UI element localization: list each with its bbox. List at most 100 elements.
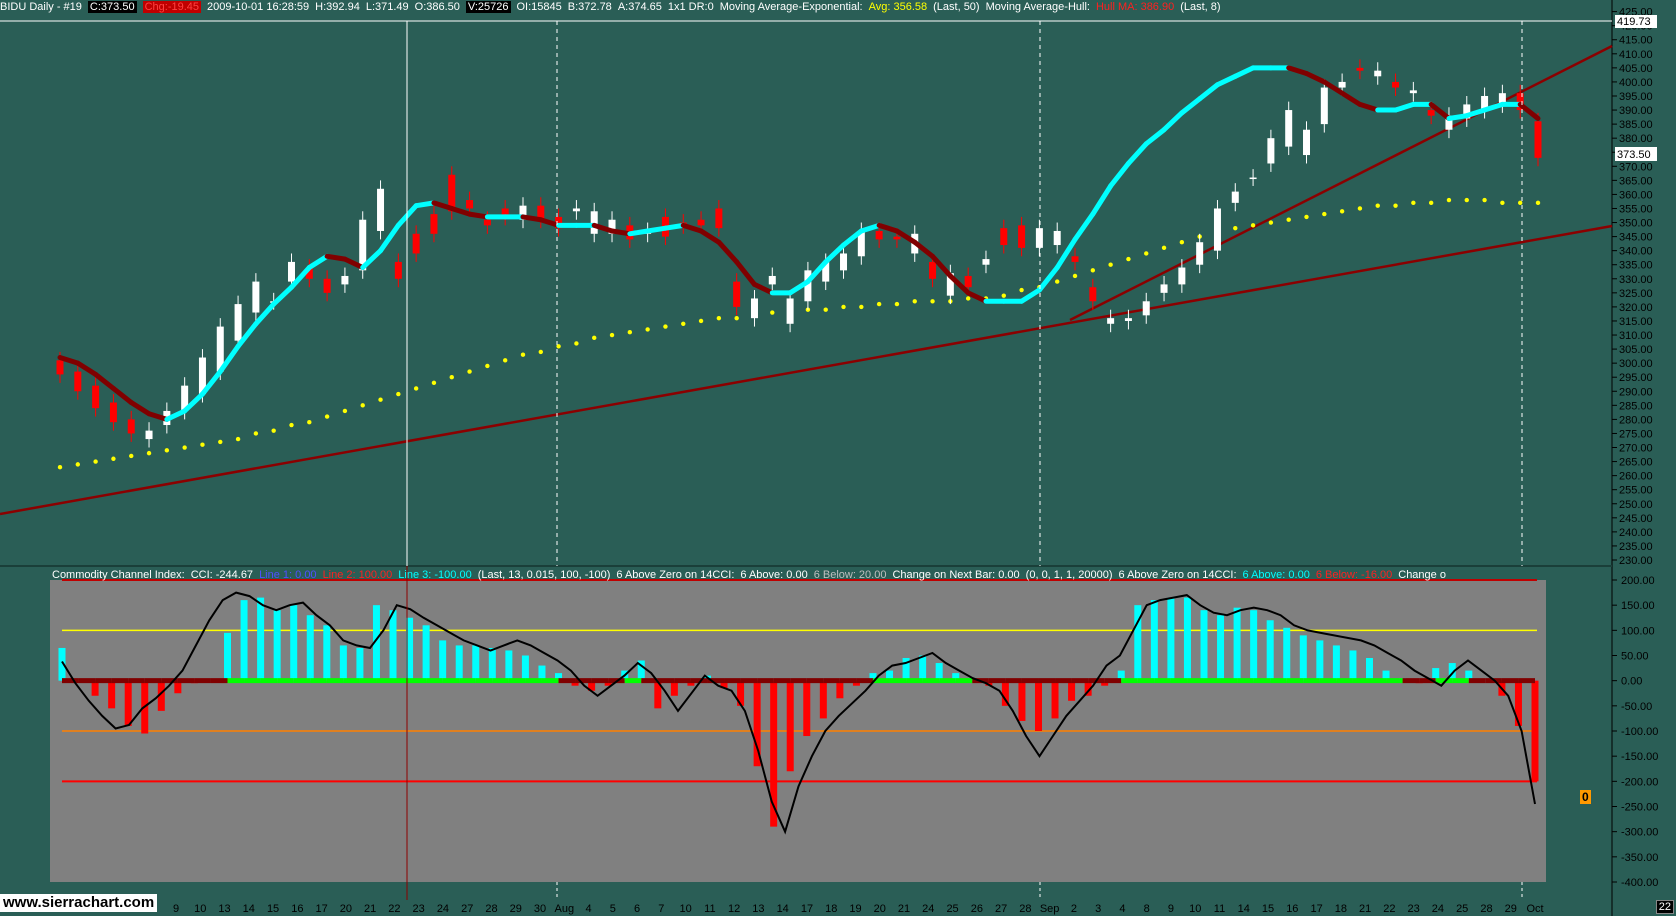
cci-bar — [422, 625, 430, 681]
ema-dot — [129, 453, 134, 459]
date-label: 18 — [1335, 903, 1347, 915]
candle-body — [840, 253, 848, 271]
date-label: 29 — [1505, 903, 1517, 915]
hull-segment — [609, 228, 633, 237]
change-params: (0, 0, 1, 1, 20000) — [1025, 569, 1113, 581]
volume-value: V:25726 — [465, 1, 511, 13]
cci-header: Commodity Channel Index: CCI: -244.67 Line… — [52, 568, 1612, 582]
hull-params: (Last, 8) — [1180, 1, 1221, 13]
cci-bar — [1034, 680, 1042, 731]
cci-bar — [1514, 680, 1522, 726]
ema-dot — [538, 349, 543, 355]
ema-dot — [1339, 209, 1345, 214]
above-zero-title[interactable]: 6 Above Zero on 14CCI: — [616, 569, 734, 581]
ema-dot — [894, 301, 900, 307]
price-tick-label: 365.00 — [1619, 175, 1653, 187]
ema-dot — [200, 442, 205, 447]
ema-params: (Last, 50) — [933, 1, 980, 13]
candle-body — [875, 230, 883, 240]
candle-body — [109, 402, 117, 423]
cci-bar — [488, 647, 496, 681]
zero-badge: 0 — [1580, 790, 1591, 804]
price-tick-label: 350.00 — [1619, 218, 1653, 230]
cci-bar — [1332, 645, 1340, 681]
candle-body — [786, 298, 794, 324]
date-label: 30 — [534, 903, 546, 915]
ema-dot — [378, 397, 383, 402]
ema-dot — [218, 439, 223, 445]
cci-tick-label: -300.00 — [1621, 827, 1658, 839]
date-label: 24 — [922, 903, 934, 915]
price-tick-label: 310.00 — [1619, 330, 1653, 342]
candle-body — [1374, 70, 1382, 77]
ema-dot — [449, 375, 454, 380]
date-label: 18 — [825, 903, 837, 915]
ema-dot — [307, 420, 312, 425]
symbol-info[interactable]: BIDU Daily - #19 — [0, 1, 82, 13]
ema-dot — [1268, 220, 1274, 225]
candle-body — [964, 275, 972, 288]
candle-body — [1409, 90, 1417, 94]
cci-bar — [108, 680, 116, 709]
cci-study-name[interactable]: Commodity Channel Index: — [52, 569, 185, 581]
price-tick-label: 410.00 — [1619, 49, 1653, 61]
price-tick-label: 290.00 — [1619, 386, 1653, 398]
price-tick-label: 415.00 — [1619, 35, 1653, 47]
cci-tick-label: 100.00 — [1621, 625, 1655, 637]
cci-value: CCI: -244.67 — [190, 569, 254, 581]
cci-bar — [356, 647, 364, 681]
ema-dot — [1072, 273, 1078, 279]
date-label: 4 — [1119, 903, 1125, 915]
ema-dot — [146, 450, 152, 456]
candle-body — [929, 261, 937, 279]
cci-bar — [273, 610, 281, 681]
date-label: 8 — [1144, 903, 1150, 915]
candle-body — [234, 304, 242, 341]
candle-body — [1160, 284, 1168, 293]
ema-study-name[interactable]: Moving Average-Exponential: — [720, 1, 863, 13]
top-price-label: 419.73 — [1617, 16, 1651, 28]
ema-dot — [1001, 293, 1006, 298]
cci-bar — [472, 645, 480, 681]
ema-dot — [93, 459, 98, 464]
candle-body — [1035, 228, 1043, 248]
price-tick-label: 265.00 — [1619, 457, 1653, 469]
candle-body — [1534, 121, 1542, 158]
corner-label: 22 — [1655, 900, 1674, 914]
price-chart[interactable]: 425.00420.00415.00410.00405.00400.00395.… — [0, 0, 1676, 916]
candle-body — [750, 298, 758, 319]
date-label: 20 — [874, 903, 886, 915]
cci-line2: Line 2: 100.00 — [322, 569, 393, 581]
ema-dot — [1393, 203, 1398, 208]
ema-dot — [289, 422, 294, 428]
candle-body — [893, 236, 901, 240]
oi-value: OI:15845 — [516, 1, 562, 13]
cci-line1: Line 1: 0.00 — [259, 569, 317, 581]
cci-params: (Last, 13, 0.015, 100, -100) — [477, 569, 611, 581]
date-label: 27 — [995, 903, 1007, 915]
date-label: 10 — [1189, 903, 1201, 915]
ema-dot — [876, 301, 882, 307]
above-zero-title-2[interactable]: 6 Above Zero on 14CCI: — [1119, 569, 1237, 581]
below-value: 6 Below: 20.00 — [813, 569, 887, 581]
date-label: 27 — [461, 903, 473, 915]
ema-dot — [75, 462, 81, 467]
low-value: L:371.49 — [365, 1, 409, 13]
cci-bar — [819, 680, 827, 719]
candle-body — [127, 419, 135, 434]
price-tick-label: 255.00 — [1619, 485, 1653, 497]
date-label: Aug — [554, 903, 574, 915]
ema-dot — [1108, 262, 1113, 267]
cci-bar — [124, 680, 132, 726]
date-label: 16 — [291, 903, 303, 915]
misc-value: 1x1 DR:0 — [667, 1, 714, 13]
ema-dot — [1286, 217, 1291, 222]
hull-study-name[interactable]: Moving Average-Hull: — [986, 1, 1090, 13]
candle-body — [1303, 129, 1311, 156]
cci-bar — [1316, 640, 1324, 681]
ema-dot — [342, 408, 348, 414]
cci-bar — [389, 610, 397, 681]
price-tick-label: 380.00 — [1619, 133, 1653, 145]
price-tick-label: 250.00 — [1619, 499, 1653, 511]
candle-body — [252, 281, 260, 313]
